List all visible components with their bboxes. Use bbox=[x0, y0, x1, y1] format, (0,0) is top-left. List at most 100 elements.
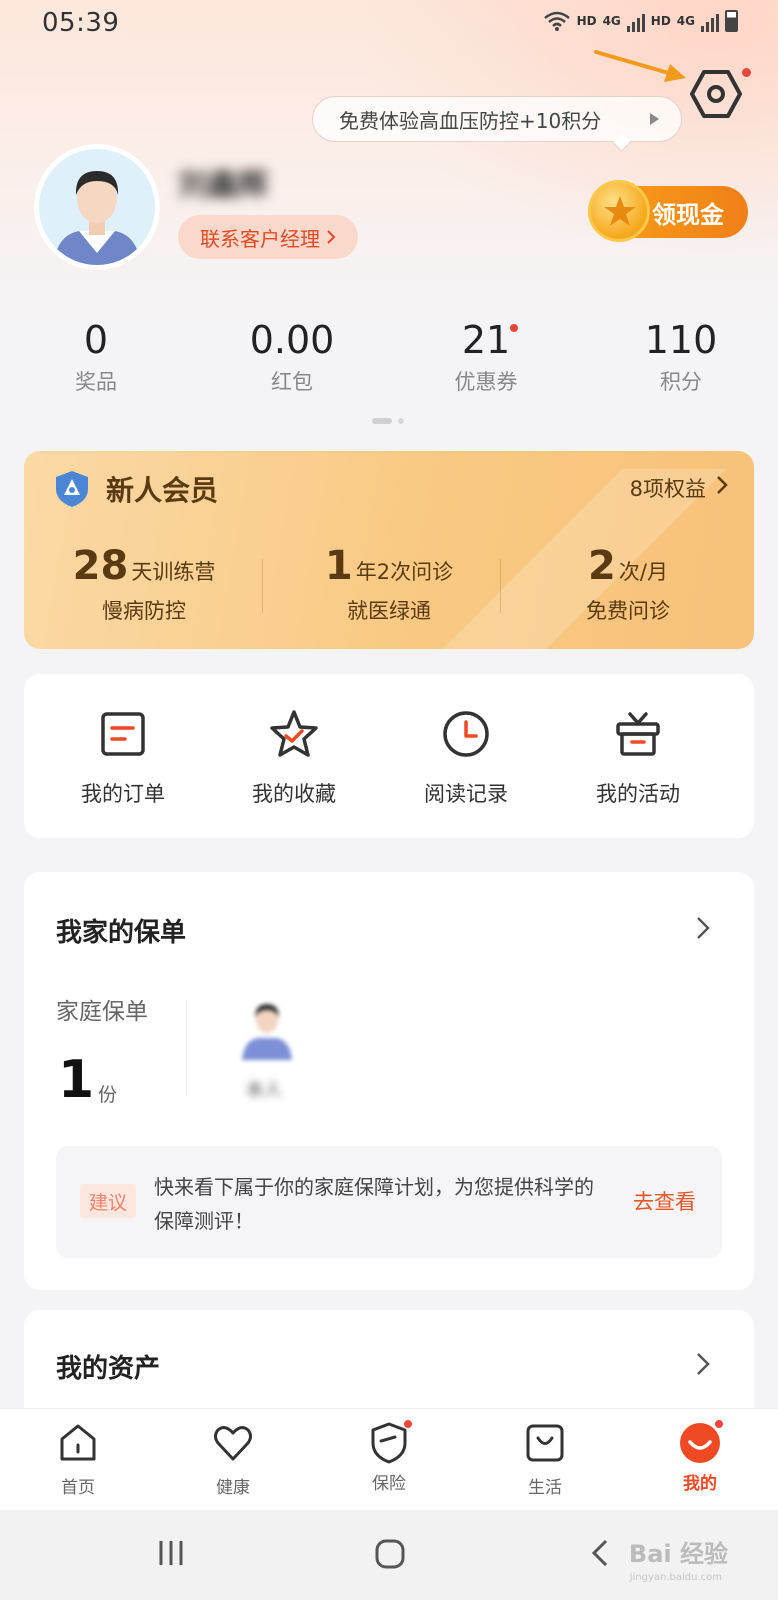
stat-label: 奖品 bbox=[75, 370, 117, 394]
member-benefits-link[interactable]: 8项权益 bbox=[630, 473, 706, 503]
benefit-free-consult[interactable]: 2 次/月 免费问诊 bbox=[508, 543, 748, 625]
view-plan-link[interactable]: 去查看 bbox=[633, 1186, 696, 1216]
coin-icon bbox=[588, 180, 650, 242]
order-icon bbox=[101, 712, 145, 756]
chevron-right-icon[interactable] bbox=[696, 916, 710, 940]
status-bar: 05:39 HD 4G HD 4G bbox=[0, 0, 778, 50]
tab-label: 生活 bbox=[528, 1478, 562, 1498]
assets-card-title[interactable]: 我的资产 bbox=[56, 1348, 160, 1385]
stat-label: 优惠券 bbox=[454, 370, 518, 394]
bag-icon bbox=[526, 1424, 564, 1462]
suggestion-text: 快来看下属于你的家庭保障计划，为您提供科学的保障测评！ bbox=[154, 1175, 594, 1233]
policy-card-title[interactable]: 我家的保单 bbox=[56, 912, 186, 949]
quick-action-label: 我的收藏 bbox=[252, 782, 336, 806]
insurance-badge bbox=[403, 1419, 413, 1429]
my-activities-button[interactable]: 我的活动 bbox=[553, 708, 723, 808]
settings-icon[interactable] bbox=[690, 68, 742, 120]
family-policy-unit: 份 bbox=[98, 1084, 118, 1106]
benefit-unit: 年2次问诊 bbox=[355, 560, 454, 584]
page-indicator bbox=[372, 418, 404, 424]
recent-apps-icon[interactable] bbox=[156, 1538, 186, 1568]
tab-health[interactable]: 健康 bbox=[173, 1421, 293, 1498]
stat-red-packet[interactable]: 0.00 红包 bbox=[212, 318, 372, 396]
reading-history-button[interactable]: 阅读记录 bbox=[381, 708, 551, 808]
chevron-right-icon[interactable] bbox=[696, 1352, 710, 1376]
bottom-tab-bar: 首页 健康 保险 生活 我的 bbox=[0, 1408, 778, 1510]
stat-value: 0.00 bbox=[249, 318, 335, 362]
heart-icon bbox=[214, 1426, 252, 1461]
hd-label-2: HD bbox=[650, 14, 671, 28]
favorites-icon bbox=[270, 710, 318, 757]
signal-icon bbox=[626, 10, 645, 32]
family-policy-count: 1 bbox=[58, 1050, 95, 1110]
divider bbox=[262, 559, 263, 613]
home-button-icon[interactable] bbox=[374, 1538, 406, 1570]
signal-icon-2 bbox=[701, 10, 719, 32]
tab-mine[interactable]: 我的 bbox=[640, 1419, 760, 1494]
quick-action-label: 我的订单 bbox=[81, 782, 165, 806]
tab-life[interactable]: 生活 bbox=[485, 1421, 605, 1498]
network-label-2: 4G bbox=[676, 14, 695, 28]
claim-cash-label: 领现金 bbox=[652, 200, 724, 229]
stat-value: 110 bbox=[644, 318, 718, 362]
wifi-icon bbox=[543, 11, 570, 31]
benefit-training-camp[interactable]: 28 天训练营 慢病防控 bbox=[24, 543, 264, 625]
new-member-card[interactable]: 新人会员 8项权益 28 天训练营 慢病防控 1 年2次问诊 就医绿通 2 次/月 免… bbox=[24, 451, 754, 649]
promo-bubble[interactable]: 免费体验高血压防控+10积分 bbox=[312, 96, 682, 142]
coupon-badge bbox=[510, 324, 518, 332]
stat-value: 0 bbox=[83, 318, 109, 362]
family-policy-card: 我家的保单 家庭保单 1 份 本人 建议 快来看下属于你的家庭保障计划，为您提供… bbox=[24, 872, 754, 1290]
benefit-unit: 天训练营 bbox=[131, 560, 216, 584]
system-nav-bar: Bai 经验 jingyan.baidu.com bbox=[0, 1510, 778, 1600]
benefit-number: 2 bbox=[588, 543, 616, 589]
username: 刘鑫辉 bbox=[178, 168, 268, 203]
stat-coupons[interactable]: 21 优惠券 bbox=[406, 318, 566, 396]
stat-label: 积分 bbox=[660, 370, 702, 394]
network-label: 4G bbox=[602, 14, 621, 28]
tab-label: 我的 bbox=[683, 1474, 717, 1494]
play-icon bbox=[650, 113, 659, 125]
stat-value: 21 bbox=[461, 318, 511, 362]
tab-home[interactable]: 首页 bbox=[18, 1421, 138, 1498]
family-member-avatar[interactable] bbox=[236, 996, 298, 1060]
chevron-right-icon bbox=[717, 476, 728, 494]
divider bbox=[186, 1000, 187, 1096]
member-title: 新人会员 bbox=[106, 474, 219, 507]
chevron-right-icon bbox=[327, 230, 336, 244]
divider bbox=[500, 559, 501, 613]
watermark-url: jingyan.baidu.com bbox=[629, 1572, 722, 1583]
gift-icon bbox=[616, 712, 660, 756]
family-policy-label: 家庭保单 bbox=[56, 999, 148, 1025]
arrow-annotation-icon bbox=[594, 50, 686, 82]
status-time: 05:39 bbox=[42, 8, 120, 38]
back-icon[interactable] bbox=[590, 1538, 610, 1568]
watermark-logo: Bai 经验 bbox=[628, 1540, 728, 1568]
family-member-name: 本人 bbox=[246, 1080, 282, 1101]
contact-manager-button[interactable]: 联系客户经理 bbox=[178, 215, 358, 259]
home-icon bbox=[60, 1424, 96, 1461]
my-favorites-button[interactable]: 我的收藏 bbox=[209, 708, 379, 808]
benefit-green-channel[interactable]: 1 年2次问诊 就医绿通 bbox=[269, 543, 509, 625]
status-icons: HD 4G HD 4G bbox=[543, 10, 738, 32]
tab-label: 保险 bbox=[372, 1474, 406, 1494]
tab-label: 健康 bbox=[216, 1478, 250, 1498]
stat-label: 红包 bbox=[271, 370, 313, 394]
stat-prizes[interactable]: 0 奖品 bbox=[16, 318, 176, 396]
stats-row: 0 奖品 0.00 红包 21 优惠券 110 积分 bbox=[0, 318, 778, 398]
my-orders-button[interactable]: 我的订单 bbox=[38, 708, 208, 808]
stat-points[interactable]: 110 积分 bbox=[601, 318, 761, 396]
benefit-caption: 就医绿通 bbox=[347, 599, 431, 623]
tab-label: 首页 bbox=[61, 1478, 95, 1498]
avatar[interactable] bbox=[34, 144, 160, 270]
benefit-caption: 免费问诊 bbox=[586, 599, 670, 623]
hd-label: HD bbox=[576, 14, 597, 28]
benefit-number: 1 bbox=[324, 543, 353, 589]
member-shield-icon bbox=[56, 471, 88, 507]
settings-badge bbox=[742, 68, 751, 77]
benefit-unit: 次/月 bbox=[618, 560, 668, 584]
benefit-number: 28 bbox=[72, 543, 129, 589]
tab-insurance[interactable]: 保险 bbox=[329, 1419, 449, 1494]
suggestion-tag: 建议 bbox=[80, 1184, 136, 1218]
battery-icon bbox=[725, 10, 738, 32]
quick-actions-card: 我的订单 我的收藏 阅读记录 我的活动 bbox=[24, 674, 754, 838]
